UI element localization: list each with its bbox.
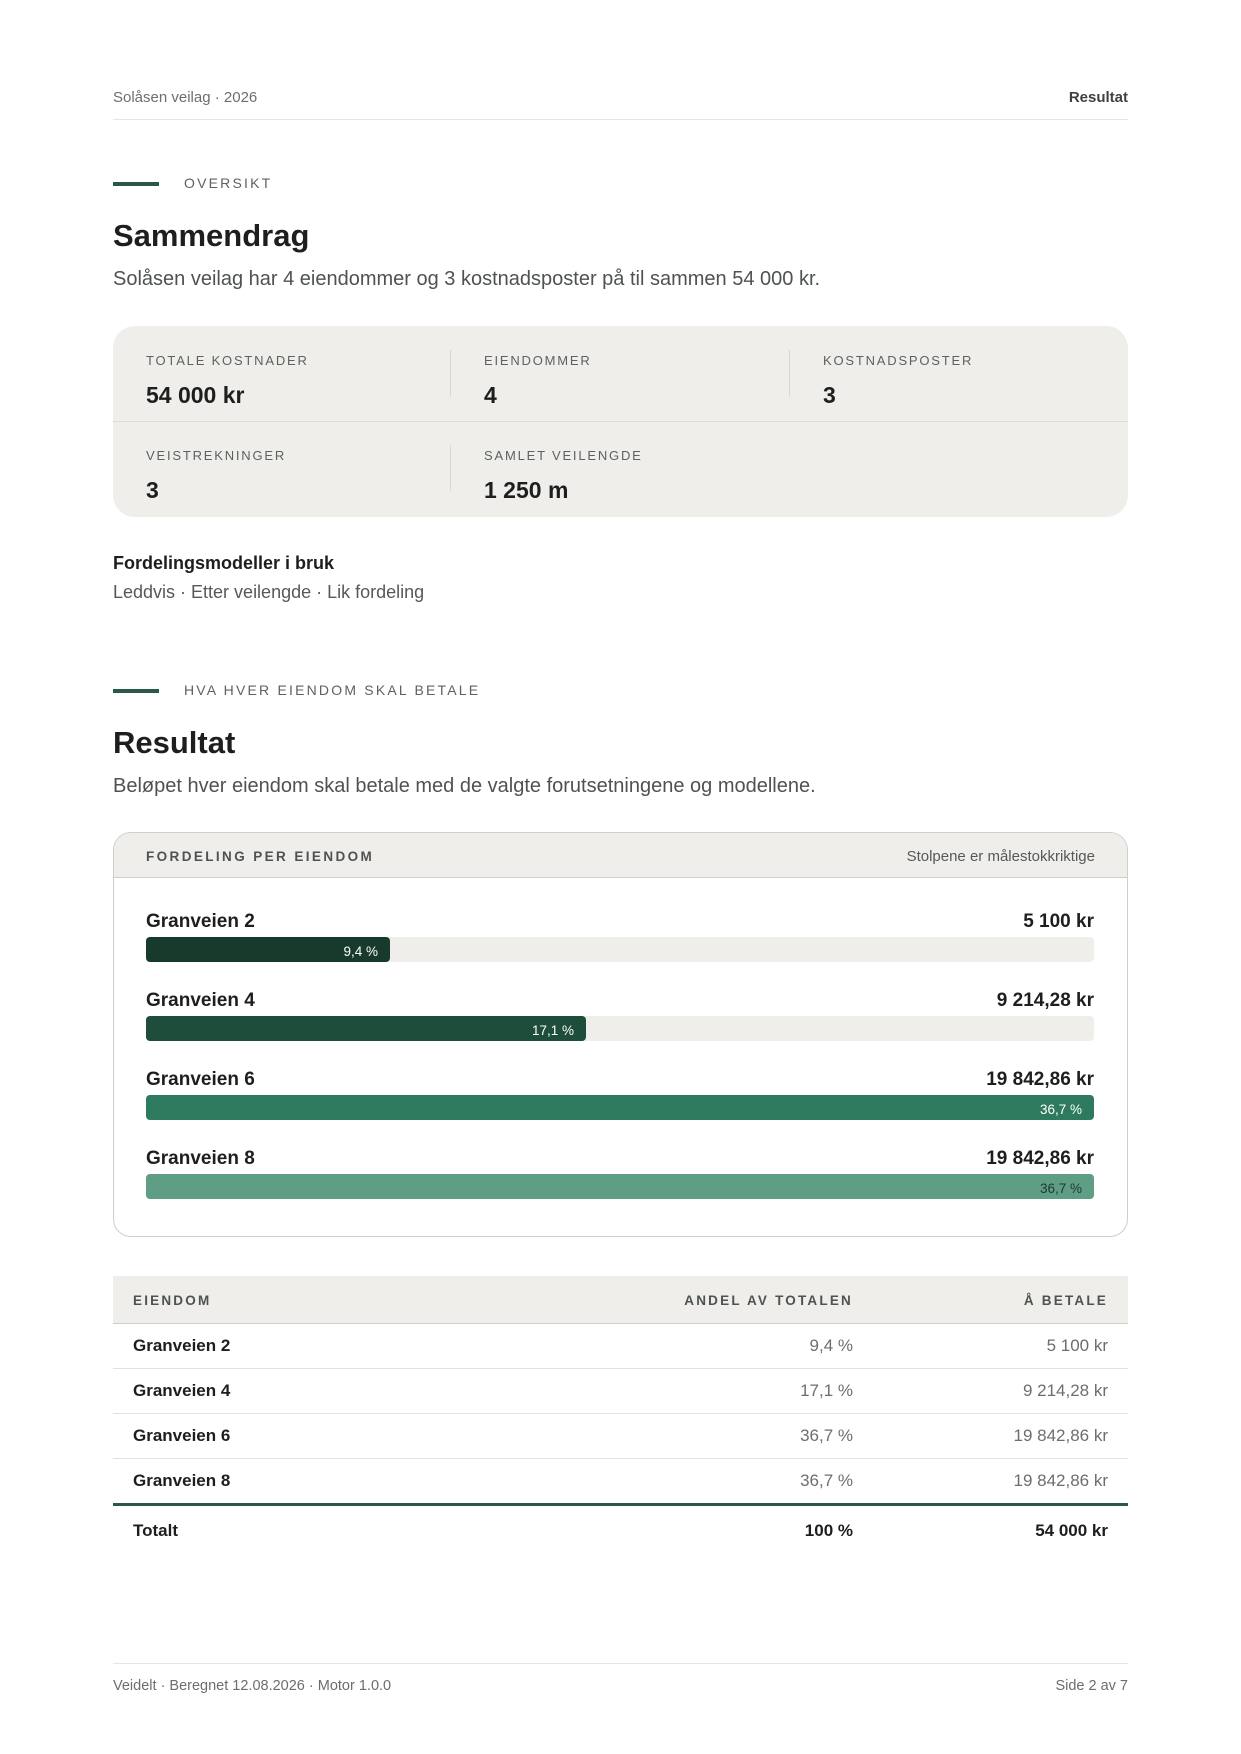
table-header: EIENDOM ANDEL AV TOTALEN Å BETALE <box>113 1276 1128 1324</box>
bar-track: 36,7 % <box>146 1174 1094 1199</box>
table-row: Granveien 4 17,1 % 9 214,28 kr <box>113 1369 1128 1414</box>
eyebrow-rule <box>113 182 159 186</box>
stat-label: TOTALE KOSTNADER <box>146 353 309 368</box>
bar-amount-label: 5 100 kr <box>1023 911 1094 932</box>
cell-share: 17,1 % <box>800 1381 853 1400</box>
bar-percent-label: 36,7 % <box>1039 1102 1082 1117</box>
table-row: Granveien 6 36,7 % 19 842,86 kr <box>113 1414 1128 1459</box>
distribution-chart: FORDELING PER EIENDOM Stolpene er målest… <box>113 832 1128 1237</box>
bar-percent-label: 9,4 % <box>343 944 378 959</box>
footer-meta: Veidelt · Beregnet 12.08.2026 · Motor 1.… <box>113 1678 392 1694</box>
stat-divider <box>789 350 790 396</box>
bar-category-label: Granveien 6 <box>146 1069 255 1090</box>
stat-cost-items: KOSTNADSPOSTER 3 <box>823 353 1123 409</box>
cell-pay: 19 842,86 kr <box>1013 1426 1108 1445</box>
stat-divider <box>450 350 451 396</box>
bar-track: 9,4 % <box>146 937 1094 962</box>
bar-amount-label: 19 842,86 kr <box>986 1148 1094 1169</box>
models-list: Leddvis · Etter veilengde · Lik fordelin… <box>113 582 425 602</box>
bar-category-label: Granveien 4 <box>146 990 255 1011</box>
bar: 36,7 % <box>146 1174 1094 1199</box>
cell-share: 36,7 % <box>800 1471 853 1490</box>
chart-title: FORDELING PER EIENDOM <box>146 849 375 864</box>
cell-total-label: Totalt <box>133 1521 179 1540</box>
bar-category-label: Granveien 2 <box>146 911 255 932</box>
overview-lead: Solåsen veilag har 4 eiendommer og 3 kos… <box>113 268 821 290</box>
eyebrow-text: HVA HVER EIENDOM SKAL BETALE <box>184 682 481 698</box>
stat-label: SAMLET VEILENGDE <box>484 448 643 463</box>
bar: 36,7 % <box>146 1095 1094 1120</box>
stat-properties: EIENDOMMER 4 <box>484 353 784 409</box>
stat-total-costs: TOTALE KOSTNADER 54 000 kr <box>146 353 446 409</box>
table-row: Granveien 2 9,4 % 5 100 kr <box>113 1324 1128 1369</box>
eyebrow-text: OVERSIKT <box>184 175 273 191</box>
cell-share: 36,7 % <box>800 1426 853 1445</box>
cell-total-share: 100 % <box>804 1521 853 1540</box>
stat-label: EIENDOMMER <box>484 353 592 368</box>
stat-value: 3 <box>823 382 836 408</box>
report-page: Solåsen veilag · 2026 Resultat OVERSIKT … <box>113 0 1128 1754</box>
col-header-share: ANDEL AV TOTALEN <box>684 1293 853 1308</box>
bar-percent-label: 36,7 % <box>1039 1181 1082 1196</box>
bar-track: 17,1 % <box>146 1016 1094 1041</box>
models-title: Fordelingsmodeller i bruk <box>113 553 335 573</box>
bar-amount-label: 9 214,28 kr <box>996 990 1094 1011</box>
bar: 9,4 % <box>146 937 390 962</box>
stat-label: KOSTNADSPOSTER <box>823 353 974 368</box>
stat-divider <box>450 445 451 491</box>
stat-value: 3 <box>146 477 159 503</box>
cell-pay: 19 842,86 kr <box>1013 1471 1108 1490</box>
cell-pay: 9 214,28 kr <box>1022 1381 1108 1400</box>
footer-page-number: Side 2 av 7 <box>1055 1678 1128 1694</box>
cell-property: Granveien 6 <box>133 1426 231 1445</box>
page-footer: Veidelt · Beregnet 12.08.2026 · Motor 1.… <box>113 1663 1128 1703</box>
bar-category-label: Granveien 8 <box>146 1148 255 1169</box>
table-row: Granveien 8 36,7 % 19 842,86 kr <box>113 1459 1128 1504</box>
chart-row: Granveien 6 19 842,86 kr 36,7 % <box>146 1069 1094 1129</box>
cell-property: Granveien 2 <box>133 1336 231 1355</box>
header-org: Solåsen veilag · 2026 <box>113 89 258 106</box>
chart-row: Granveien 4 9 214,28 kr 17,1 % <box>146 990 1094 1050</box>
table-total-row: Totalt 100 % 54 000 kr <box>113 1503 1128 1553</box>
bar-track: 36,7 % <box>146 1095 1094 1120</box>
stat-value: 4 <box>484 382 497 408</box>
bar: 17,1 % <box>146 1016 586 1041</box>
result-lead: Beløpet hver eiendom skal betale med de … <box>113 775 816 797</box>
overview-title: Sammendrag <box>113 218 310 253</box>
stat-label: VEISTREKNINGER <box>146 448 287 463</box>
col-header-property: EIENDOM <box>133 1293 212 1308</box>
cell-pay: 5 100 kr <box>1046 1336 1108 1355</box>
chart-row: Granveien 8 19 842,86 kr 36,7 % <box>146 1148 1094 1208</box>
bar-amount-label: 19 842,86 kr <box>986 1069 1094 1090</box>
chart-header: FORDELING PER EIENDOM Stolpene er målest… <box>114 833 1127 878</box>
overview-eyebrow: OVERSIKT <box>113 174 813 194</box>
stat-value: 1 250 m <box>484 477 569 503</box>
stat-road-sections: VEISTREKNINGER 3 <box>146 448 446 504</box>
col-header-pay: Å BETALE <box>1023 1293 1108 1308</box>
cell-total-pay: 54 000 kr <box>1035 1521 1108 1540</box>
stat-road-length: SAMLET VEILENGDE 1 250 m <box>484 448 784 504</box>
stat-value: 54 000 kr <box>146 382 245 408</box>
chart-row: Granveien 2 5 100 kr 9,4 % <box>146 911 1094 971</box>
result-title: Resultat <box>113 725 236 760</box>
result-eyebrow: HVA HVER EIENDOM SKAL BETALE <box>113 681 813 701</box>
cell-property: Granveien 4 <box>133 1381 231 1400</box>
header-section: Resultat <box>1068 89 1128 106</box>
cell-share: 9,4 % <box>809 1336 853 1355</box>
eyebrow-rule <box>113 689 159 693</box>
page-header: Solåsen veilag · 2026 Resultat <box>113 86 1128 120</box>
stats-row-divider <box>113 421 1128 422</box>
cell-property: Granveien 8 <box>133 1471 231 1490</box>
bar-percent-label: 17,1 % <box>531 1023 574 1038</box>
chart-note: Stolpene er målestokkriktige <box>906 848 1095 865</box>
stats-card: TOTALE KOSTNADER 54 000 kr EIENDOMMER 4 … <box>113 326 1128 517</box>
